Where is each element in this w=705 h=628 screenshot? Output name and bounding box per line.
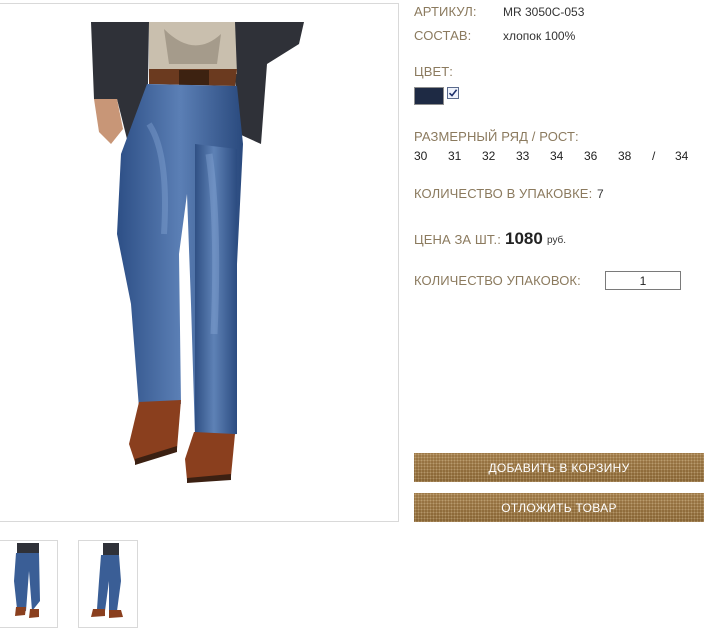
composition-value: хлопок 100% [503,29,576,43]
size-item: 34 [550,149,564,163]
height-value: 34 [675,149,689,163]
sku-label: АРТИКУЛ: [414,4,477,19]
pack-quantity-value: 7 [597,187,604,201]
size-item: 31 [448,149,462,163]
jeans-model-photo [91,22,304,483]
price-label: ЦЕНА ЗА ШТ.: [414,232,501,247]
color-checkbox[interactable] [447,87,459,99]
product-thumbnail-side[interactable] [78,540,138,628]
add-to-cart-button[interactable]: ДОБАВИТЬ В КОРЗИНУ [414,453,704,482]
size-item: 30 [414,149,428,163]
sku-value: MR 3050C-053 [503,5,585,19]
packs-count-input[interactable] [605,271,681,290]
checkmark-icon [448,89,458,97]
jeans-thumbnail-front [14,543,40,618]
product-main-image[interactable] [0,3,399,522]
jeans-thumbnail-side [91,543,123,618]
product-thumbnail-front[interactable] [0,540,58,628]
size-item: 33 [516,149,530,163]
size-range-label: РАЗМЕРНЫЙ РЯД / РОСТ: [414,129,579,144]
height-separator: / [652,149,656,163]
price-currency: руб. [547,235,567,246]
size-item: 38 [618,149,632,163]
price-value: 1080 [505,229,543,248]
postpone-item-button[interactable]: ОТЛОЖИТЬ ТОВАР [414,493,704,522]
pack-quantity-label: КОЛИЧЕСТВО В УПАКОВКЕ: [414,186,593,201]
packs-count-label: КОЛИЧЕСТВО УПАКОВОК: [414,273,581,288]
size-item: 32 [482,149,496,163]
composition-label: СОСТАВ: [414,28,472,43]
size-item: 36 [584,149,598,163]
color-label: ЦВЕТ: [414,64,454,79]
color-swatch-navy[interactable] [414,87,444,105]
